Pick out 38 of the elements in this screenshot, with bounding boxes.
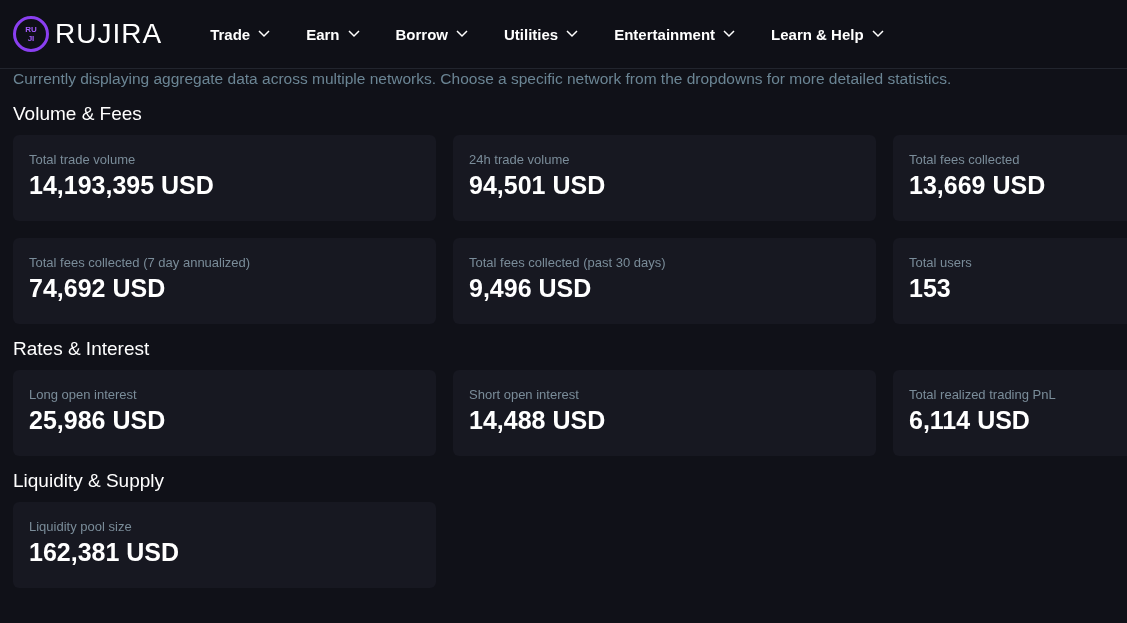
brand-name[interactable]: RUJIRA bbox=[55, 18, 163, 50]
stat-label: Total users bbox=[909, 255, 973, 270]
stat-value: 6,114 USD bbox=[909, 406, 1031, 435]
section-title: Rates & Interest bbox=[13, 338, 151, 360]
nav-menu[interactable]: Trade bbox=[192, 25, 289, 43]
stat-value: 74,692 USD bbox=[29, 274, 167, 303]
stat-value: 25,986 USD bbox=[29, 406, 167, 435]
nav-menu[interactable]: Borrow bbox=[377, 25, 486, 43]
stat-value: 14,193,395 USD bbox=[29, 171, 215, 200]
stat-value: 162,381 USD bbox=[29, 538, 181, 567]
chevron-down-icon bbox=[566, 30, 579, 38]
stat-label: Total fees collected (past 30 days) bbox=[469, 255, 667, 270]
chevron-down-icon bbox=[456, 30, 468, 38]
chevron-down-icon bbox=[347, 30, 360, 38]
stat-value: 153 bbox=[909, 274, 952, 303]
chevron-down-icon bbox=[871, 30, 884, 38]
stat-label: Total realized trading PnL bbox=[909, 387, 1057, 402]
section-title: Volume & Fees bbox=[13, 103, 143, 125]
stat-value: 13,669 USD bbox=[909, 171, 1047, 200]
info-text: Currently displaying aggregate data across multiple networks. Choose a specific network from the dropdowns for more detailed statistics. bbox=[12, 69, 953, 89]
section-title: Liquidity & Supply bbox=[13, 470, 166, 492]
stat-value: 94,501 USD bbox=[469, 171, 607, 200]
chevron-down-icon bbox=[258, 30, 271, 38]
nav-menu[interactable]: Utilities bbox=[486, 25, 597, 43]
stat-label: 24h trade volume bbox=[469, 152, 571, 167]
stat-label: Short open interest bbox=[469, 387, 580, 402]
stat-value: 14,488 USD bbox=[469, 406, 607, 435]
nav-menu[interactable]: Learn & Help bbox=[753, 25, 902, 43]
stat-label: Total fees collected bbox=[909, 152, 1021, 167]
stat-value: 9,496 USD bbox=[469, 274, 593, 303]
nav-menu[interactable]: Entertainment bbox=[596, 25, 754, 43]
stat-label: Liquidity pool size bbox=[29, 519, 133, 534]
stat-label: Total fees collected (7 day annualized) bbox=[29, 255, 252, 270]
stat-label: Long open interest bbox=[29, 387, 138, 402]
logo-badge[interactable]: RU JI bbox=[13, 16, 49, 52]
chevron-down-icon bbox=[723, 30, 736, 38]
nav-menu[interactable]: Earn bbox=[288, 25, 378, 43]
stat-label: Total trade volume bbox=[29, 152, 137, 167]
